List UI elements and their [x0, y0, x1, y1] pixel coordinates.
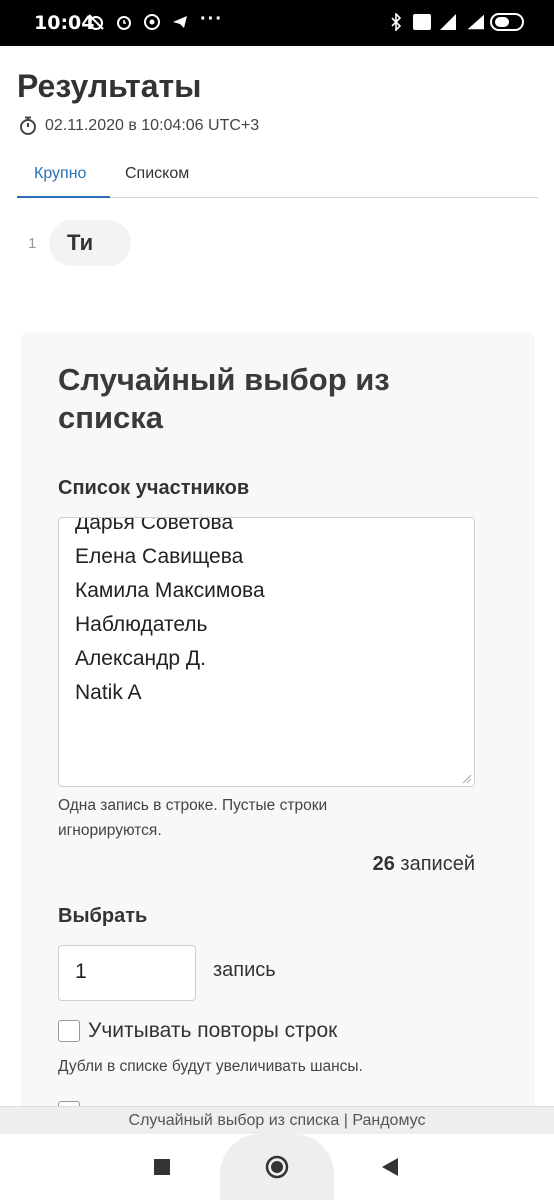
square-icon: [154, 1159, 170, 1175]
resize-grip-icon[interactable]: [462, 774, 472, 784]
participant-line: Камила Максимова: [75, 579, 265, 602]
circle-icon: [265, 1155, 289, 1179]
view-tabs: Крупно Списком: [17, 155, 538, 198]
result-index: 1: [28, 235, 37, 252]
repeat-checkbox[interactable]: [58, 1020, 80, 1042]
entries-count-suffix: записей: [400, 853, 475, 875]
random-picker-card: Случайный выбор из списка Список участни…: [23, 333, 533, 1113]
page-footer: Случайный выбор из списка | Рандомус: [0, 1106, 554, 1134]
whatsapp-icon: [142, 12, 162, 32]
result-chip: Ти: [49, 220, 131, 266]
active-tab-indicator: [17, 196, 110, 198]
participant-line: Александр Д.: [75, 647, 206, 670]
card-title: Случайный выбор из списка: [58, 362, 390, 435]
system-nav-bar: [0, 1134, 554, 1200]
status-overflow-dots: ···: [200, 8, 223, 30]
participant-line: Дарья Советова: [75, 517, 234, 534]
stopwatch-icon: [20, 116, 36, 135]
telegram-icon: [170, 12, 190, 32]
alarm-off-icon: [86, 12, 106, 32]
participant-line: Елена Савищева: [75, 545, 244, 568]
alarm-icon: [114, 12, 134, 32]
entries-count-number: 26: [372, 853, 395, 875]
back-triangle-icon: [382, 1158, 398, 1176]
participants-lines: Дарья Советова Елена Савищева Камила Мак…: [75, 517, 265, 710]
bluetooth-icon: [386, 12, 406, 32]
status-icons-right: [386, 12, 524, 32]
battery-icon: [490, 13, 524, 31]
timestamp: 02.11.2020 в 10:04:06 UTC+3: [45, 117, 260, 134]
participant-line: Наблюдатель: [75, 613, 208, 636]
participant-line: Natik A: [75, 681, 142, 704]
status-icons-left: [86, 12, 190, 32]
repeat-checkbox-label[interactable]: Учитывать повторы строк: [88, 1019, 337, 1043]
home-button[interactable]: [257, 1134, 297, 1200]
participants-textarea[interactable]: Дарья Советова Елена Савищева Камила Мак…: [58, 517, 475, 787]
choose-count-input[interactable]: 1: [58, 945, 196, 1001]
status-bar: 10:04 ···: [0, 0, 554, 46]
back-button[interactable]: [370, 1134, 410, 1200]
repeat-checkbox-row[interactable]: Учитывать повторы строк: [58, 1019, 337, 1043]
tab-list[interactable]: Списком: [125, 165, 189, 183]
recents-button[interactable]: [142, 1134, 182, 1200]
volte-icon: [412, 12, 432, 32]
4g-signal-icon: [464, 12, 484, 32]
choose-unit-label: запись: [213, 959, 276, 981]
signal-icon: [438, 12, 458, 32]
entries-count: 26 записей: [373, 853, 475, 876]
participants-hint: Одна запись в строке. Пустые строки игно…: [58, 797, 328, 839]
tab-large[interactable]: Крупно: [34, 165, 86, 183]
timestamp-row: 02.11.2020 в 10:04:06 UTC+3: [19, 116, 259, 136]
participants-label: Список участников: [58, 477, 250, 499]
page-title: Результаты: [17, 68, 202, 104]
choose-label: Выбрать: [58, 905, 148, 927]
repeat-hint: Дубли в списке будут увеличивать шансы.: [58, 1058, 363, 1075]
